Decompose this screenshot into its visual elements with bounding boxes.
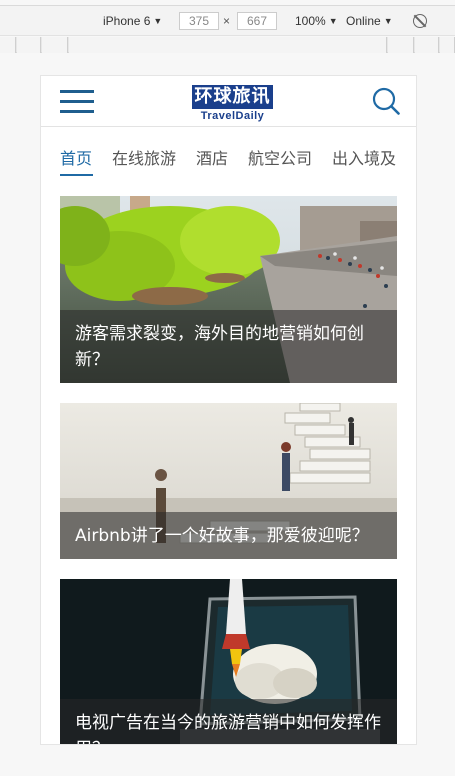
article-title[interactable]: 电视广告在当今的旅游营销中如何发挥作用？	[60, 699, 397, 744]
article-card[interactable]: 电视广告在当今的旅游营销中如何发挥作用？	[60, 579, 397, 744]
tab-airlines[interactable]: 航空公司	[248, 145, 312, 169]
rotate-icon[interactable]	[413, 14, 427, 28]
media-query-ruler	[0, 37, 455, 53]
active-tab-indicator	[60, 174, 93, 176]
zoom-level: 100%	[295, 14, 326, 28]
mobile-viewport: 环球旅讯 TravelDaily 首页 在线旅游 酒店 航空公司 出入境及 游客…	[40, 75, 417, 745]
ruler-segment[interactable]	[440, 37, 455, 53]
logo-chinese-text: 环球旅讯	[192, 85, 273, 109]
category-tabs: 首页 在线旅游 酒店 航空公司 出入境及	[41, 128, 416, 178]
chevron-down-icon: ▼	[383, 16, 393, 26]
ruler-segment[interactable]	[0, 37, 16, 53]
article-card[interactable]: Airbnb讲了一个好故事，那爱彼迎呢？	[60, 403, 397, 559]
tab-home[interactable]: 首页	[60, 145, 92, 169]
network-throttle-selector[interactable]: Online ▼	[346, 14, 393, 28]
tab-inbound-outbound[interactable]: 出入境及	[332, 145, 396, 169]
ruler-segment[interactable]	[17, 37, 41, 53]
ruler-segment[interactable]	[42, 37, 68, 53]
devtools-device-toolbar: iPhone 6 ▼ 375 × 667 100% ▼ Online ▼	[0, 0, 455, 36]
tab-hotels[interactable]: 酒店	[196, 145, 228, 169]
chevron-down-icon: ▼	[328, 16, 338, 26]
zoom-selector[interactable]: 100% ▼	[295, 14, 338, 28]
viewport-width-input[interactable]: 375	[179, 12, 219, 30]
ruler-segment[interactable]	[388, 37, 414, 53]
chevron-down-icon: ▼	[153, 16, 163, 26]
devtools-top-strip	[0, 0, 455, 6]
article-card[interactable]: 游客需求裂变，海外目的地营销如何创新？	[60, 196, 397, 383]
device-name: iPhone 6	[103, 14, 151, 28]
search-icon[interactable]	[372, 87, 400, 115]
network-status: Online	[346, 14, 381, 28]
site-header: 环球旅讯 TravelDaily	[41, 76, 416, 127]
dimension-separator: ×	[223, 14, 231, 28]
tab-online-travel[interactable]: 在线旅游	[112, 145, 176, 169]
article-title[interactable]: Airbnb讲了一个好故事，那爱彼迎呢？	[60, 512, 397, 559]
site-logo[interactable]: 环球旅讯 TravelDaily	[192, 85, 273, 123]
ruler-segment[interactable]	[69, 37, 387, 53]
device-selector[interactable]: iPhone 6 ▼	[103, 14, 162, 28]
ruler-segment[interactable]	[415, 37, 439, 53]
hamburger-menu-icon[interactable]	[60, 90, 94, 114]
article-title[interactable]: 游客需求裂变，海外目的地营销如何创新？	[60, 310, 397, 383]
logo-english-text: TravelDaily	[200, 110, 265, 122]
viewport-height-input[interactable]: 667	[237, 12, 277, 30]
